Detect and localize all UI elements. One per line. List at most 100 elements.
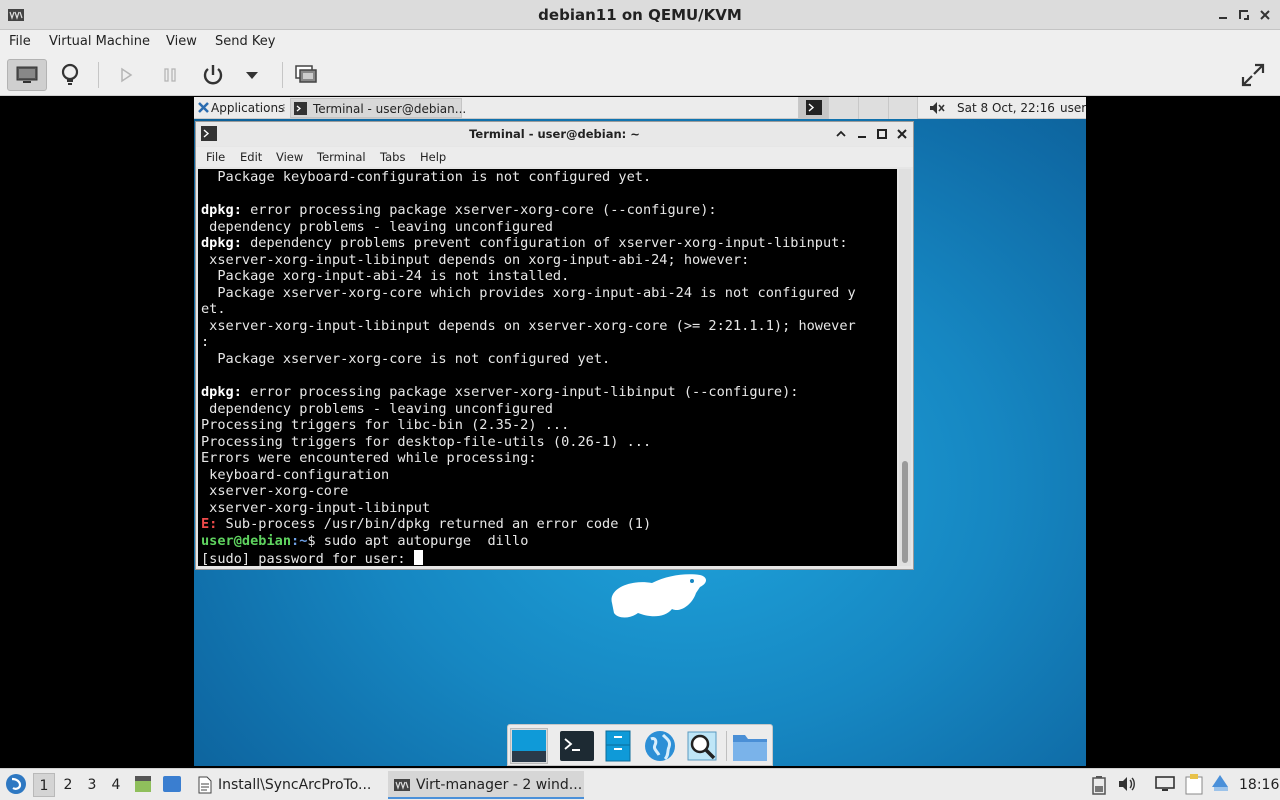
- guest-clock[interactable]: Sat 8 Oct, 22:16: [957, 101, 1055, 115]
- dock-app-finder[interactable]: [683, 728, 721, 764]
- run-button[interactable]: [106, 59, 146, 91]
- workspace-switcher-3[interactable]: [858, 97, 888, 119]
- terminal-line: dpkg: error processing package xserver-x…: [201, 202, 717, 219]
- guest-task-label: Terminal - user@debian...: [313, 102, 467, 116]
- lightbulb-icon: [61, 63, 79, 85]
- terminal-title: Terminal - user@debian: ~: [469, 127, 640, 141]
- guest-top-panel: Applications ⁝ Terminal - user@debian...…: [194, 97, 1086, 119]
- terminal-line: dependency problems - leaving unconfigur…: [201, 218, 553, 235]
- terminal-menubar: File Edit View Terminal Tabs Help: [196, 147, 913, 167]
- terminal-prompt-line: user@debian:~$ sudo apt autopurge dillo: [201, 533, 529, 550]
- start-menu-icon[interactable]: [5, 773, 27, 795]
- terminal-line: xserver-xorg-input-libinput depends on x…: [201, 251, 750, 268]
- terminal-line: Package keyboard-configuration is not co…: [201, 169, 652, 185]
- power-icon: [203, 65, 223, 85]
- host-workspace-1[interactable]: 1: [33, 773, 55, 797]
- snapshots-button[interactable]: [286, 59, 326, 91]
- terminal-menu-help[interactable]: Help: [420, 150, 446, 164]
- host-workspace-2[interactable]: 2: [57, 773, 79, 797]
- terminal-error-line: E: Sub-process /usr/bin/dpkg returned an…: [201, 516, 652, 533]
- shutdown-menu-button[interactable]: [232, 59, 272, 91]
- xfce-menu-icon[interactable]: [197, 101, 210, 114]
- terminal-menu-view[interactable]: View: [276, 150, 303, 164]
- host-clock[interactable]: 18:16: [1239, 777, 1279, 793]
- show-desktop-icon[interactable]: [162, 775, 182, 793]
- workspace-switcher-1[interactable]: [798, 97, 828, 119]
- window-title: debian11 on QEMU/KVM: [538, 6, 742, 24]
- terminal-line: Processing triggers for desktop-file-uti…: [201, 433, 652, 450]
- terminal-icon: [560, 731, 594, 761]
- maximize-icon[interactable]: [876, 128, 888, 140]
- guest-task-terminal[interactable]: Terminal - user@debian...: [290, 98, 466, 118]
- minimize-icon[interactable]: [1215, 7, 1231, 23]
- close-icon[interactable]: [896, 128, 908, 140]
- host-workspace-4[interactable]: 4: [105, 773, 127, 797]
- battery-icon[interactable]: [1091, 775, 1107, 795]
- terminal-line: Package xserver-xorg-core which provides…: [201, 284, 856, 301]
- xfce-mouse-logo: [611, 574, 706, 618]
- shutdown-button[interactable]: [193, 59, 233, 91]
- maximize-icon[interactable]: [1236, 7, 1252, 23]
- terminal-line: dependency problems - leaving unconfigur…: [201, 400, 553, 417]
- terminal-line: dpkg: error processing package xserver-x…: [201, 384, 799, 401]
- terminal-line: Package xserver-xorg-core is not configu…: [201, 351, 611, 368]
- menu-view[interactable]: View: [166, 34, 197, 49]
- terminal-menu-tabs[interactable]: Tabs: [380, 150, 405, 164]
- dock-show-desktop[interactable]: [510, 728, 548, 764]
- search-icon: [687, 731, 717, 761]
- terminal-menu-terminal[interactable]: Terminal: [317, 150, 366, 164]
- scrollbar-thumb[interactable]: [902, 461, 908, 563]
- terminal-cursor: [413, 549, 423, 565]
- dock-terminal[interactable]: [558, 728, 596, 764]
- file-cabinet-icon: [605, 730, 631, 762]
- volume-muted-icon[interactable]: [929, 101, 945, 115]
- console-button[interactable]: [7, 59, 47, 91]
- volume-icon[interactable]: [1118, 776, 1136, 792]
- notification-icon[interactable]: [1210, 773, 1230, 793]
- pause-button[interactable]: [150, 59, 190, 91]
- workspace-switcher-4[interactable]: [888, 97, 918, 119]
- terminal-line: Errors were encountered while processing…: [201, 450, 537, 467]
- close-icon[interactable]: [1257, 7, 1273, 23]
- host-task-virt-manager[interactable]: Virt-manager - 2 wind...: [388, 771, 584, 799]
- dock-file-cabinet[interactable]: [599, 728, 637, 764]
- terminal-line: :: [201, 334, 210, 351]
- window-titlebar: debian11 on QEMU/KVM: [0, 0, 1280, 30]
- terminal-sudo-prompt: [sudo] password for user:: [201, 549, 856, 566]
- workspace-switcher-2[interactable]: [828, 97, 858, 119]
- applications-menu[interactable]: Applications: [211, 101, 284, 115]
- dock-web-browser[interactable]: [641, 728, 679, 764]
- globe-icon: [645, 731, 675, 761]
- terminal-window: Terminal - user@debian: ~ File Edit View…: [195, 121, 914, 570]
- host-workspace-3[interactable]: 3: [81, 773, 103, 797]
- menu-virtual-machine[interactable]: Virtual Machine: [49, 34, 150, 49]
- menu-file[interactable]: File: [9, 34, 31, 49]
- terminal-scrollbar[interactable]: [899, 169, 911, 566]
- guest-user[interactable]: user: [1060, 101, 1086, 115]
- terminal-menu-edit[interactable]: Edit: [240, 150, 262, 164]
- host-task-document[interactable]: Install\SyncArcProTo...: [192, 771, 380, 799]
- desktop-icon: [512, 730, 546, 762]
- guest-display[interactable]: Applications ⁝ Terminal - user@debian...…: [194, 97, 1086, 766]
- folder-icon: [733, 735, 767, 761]
- virt-manager-icon: [394, 779, 410, 791]
- terminal-menu-file[interactable]: File: [206, 150, 225, 164]
- play-icon: [121, 67, 133, 83]
- chevron-up-icon[interactable]: [835, 128, 847, 140]
- terminal-line: Processing triggers for libc-bin (2.35-2…: [201, 417, 570, 434]
- dock-home-folder[interactable]: [731, 728, 769, 764]
- terminal-output[interactable]: Package keyboard-configuration is not co…: [198, 169, 897, 566]
- terminal-titlebar[interactable]: Terminal - user@debian: ~: [196, 122, 913, 146]
- menu-send-key[interactable]: Send Key: [215, 34, 275, 49]
- terminal-line: keyboard-configuration: [201, 466, 390, 483]
- network-icon[interactable]: [1155, 776, 1175, 792]
- pause-icon: [164, 68, 176, 82]
- file-manager-icon[interactable]: [133, 774, 153, 794]
- fullscreen-button[interactable]: [1233, 59, 1273, 91]
- clipboard-icon[interactable]: [1184, 773, 1204, 795]
- host-task-label: Virt-manager - 2 wind...: [416, 777, 583, 793]
- minimize-icon[interactable]: [856, 128, 868, 140]
- monitor-icon: [16, 66, 38, 83]
- details-button[interactable]: [50, 59, 90, 91]
